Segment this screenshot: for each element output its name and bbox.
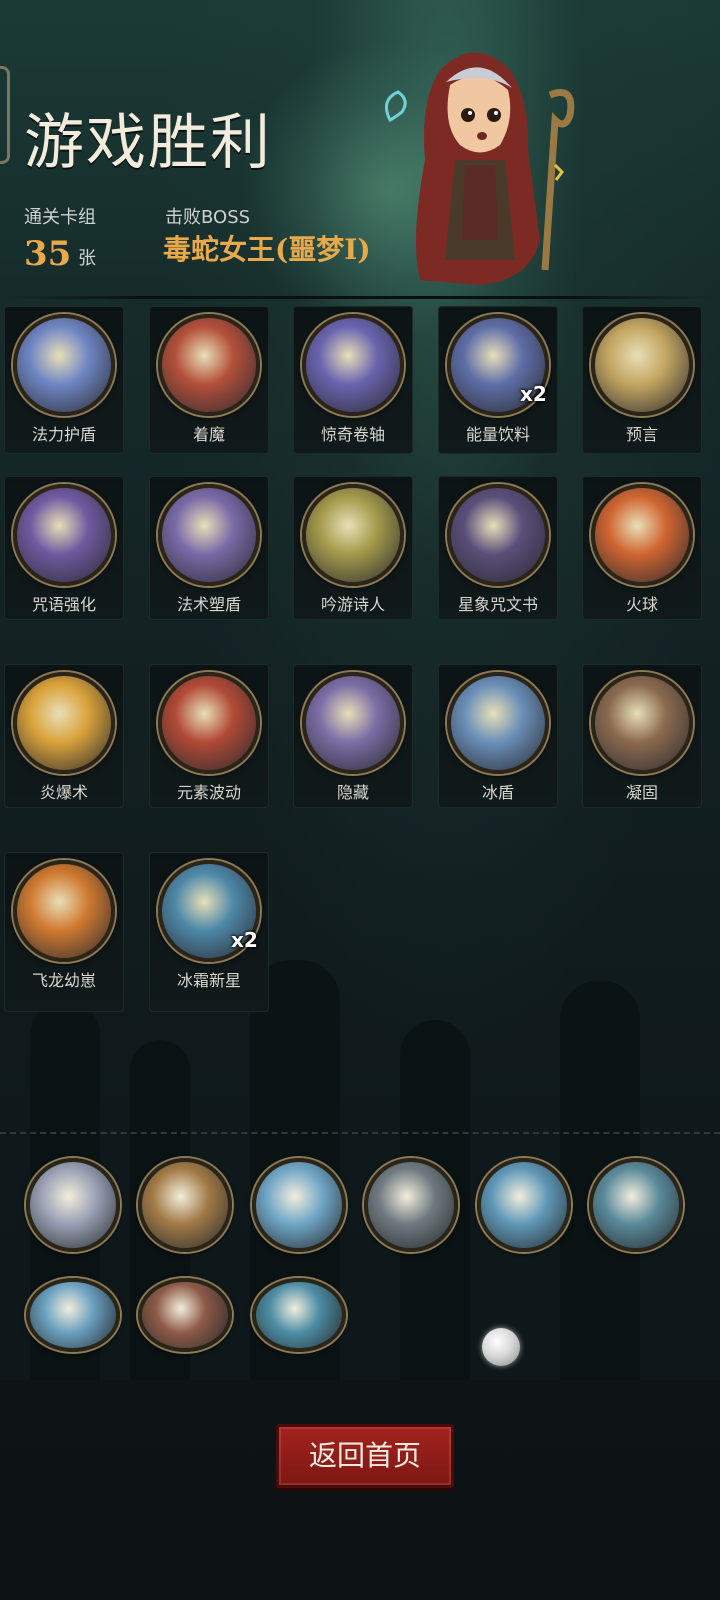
deck-card[interactable]: 火球 [582, 476, 702, 620]
deck-card[interactable]: 能量饮料 x2 [438, 306, 558, 454]
page-title: 游戏胜利 [24, 108, 272, 178]
card-art-icon [158, 672, 260, 774]
card-name: 隐藏 [336, 783, 369, 802]
card-art-icon [447, 484, 549, 586]
card-art-icon [591, 672, 693, 774]
card-name: 元素波动 [176, 783, 241, 802]
card-name: 冰霜新星 [176, 971, 241, 990]
card-name: 着魔 [192, 425, 225, 444]
card-count-badge: x2 [231, 928, 258, 952]
deck-card[interactable]: 星象咒文书 [438, 476, 558, 620]
deck-card[interactable]: 法术塑盾 [149, 476, 269, 620]
victory-header: 游戏胜利 通关卡组 35 张 击败BOSS 毒蛇女王(噩梦I) [0, 0, 720, 340]
card-art-icon [302, 314, 404, 416]
deck-unit: 张 [78, 248, 96, 269]
ice-mage-icon[interactable] [477, 1158, 571, 1252]
card-name: 惊奇卷轴 [320, 425, 385, 444]
scroll-indicator[interactable] [482, 1328, 520, 1366]
card-art-icon [13, 672, 115, 774]
relic-list [0, 1140, 720, 1380]
card-name: 火球 [625, 595, 658, 614]
boss-label: 击败BOSS [165, 207, 251, 228]
mirror-icon[interactable] [26, 1158, 120, 1252]
card-art-icon [302, 484, 404, 586]
deck-card[interactable]: 吟游诗人 [293, 476, 413, 620]
deck-card[interactable]: 凝固 [582, 664, 702, 808]
bottom-panel [0, 1380, 720, 1600]
card-art-icon [591, 314, 693, 416]
card-name: 凝固 [625, 783, 658, 802]
deck-card[interactable]: 冰盾 [438, 664, 558, 808]
card-name: 预言 [625, 425, 658, 444]
card-name: 冰盾 [481, 783, 514, 802]
card-art-icon [447, 672, 549, 774]
old-man-icon[interactable] [364, 1158, 458, 1252]
return-home-button[interactable]: 返回首页 [276, 1424, 454, 1488]
card-art-icon [13, 314, 115, 416]
card-name: 炎爆术 [39, 783, 88, 802]
card-art-icon [302, 672, 404, 774]
section-divider [0, 1132, 720, 1134]
deck-card[interactable]: 隐藏 [293, 664, 413, 808]
deck-card[interactable]: 着魔 [149, 306, 269, 454]
ice-star-icon[interactable] [26, 1278, 120, 1352]
card-art-icon [13, 860, 115, 962]
deck-card[interactable]: 惊奇卷轴 [293, 306, 413, 454]
staff-icon[interactable] [252, 1158, 346, 1252]
card-name: 吟游诗人 [320, 595, 385, 614]
deck-card[interactable]: 咒语强化 [4, 476, 124, 620]
card-name: 咒语强化 [31, 595, 96, 614]
campfire-icon[interactable] [589, 1158, 683, 1252]
bracket-decoration [0, 66, 10, 164]
card-art-icon [13, 484, 115, 586]
card-count-badge: x2 [520, 382, 547, 406]
card-name: 星象咒文书 [457, 595, 538, 614]
card-art-icon [158, 314, 260, 416]
deck-card[interactable]: 炎爆术 [4, 664, 124, 808]
header-divider [0, 296, 720, 299]
deck-card[interactable]: 飞龙幼崽 [4, 852, 124, 1012]
deck-count: 35 [24, 234, 72, 274]
deck-card[interactable]: 冰霜新星 x2 [149, 852, 269, 1012]
deck-card[interactable]: 元素波动 [149, 664, 269, 808]
card-name: 法力护盾 [31, 425, 96, 444]
card-name: 能量饮料 [465, 425, 530, 444]
deck-card[interactable]: 预言 [582, 306, 702, 454]
boss-name: 毒蛇女王(噩梦I) [163, 233, 371, 266]
deck-label: 通关卡组 [24, 207, 96, 228]
card-name: 法术塑盾 [176, 595, 241, 614]
deer-icon[interactable] [138, 1158, 232, 1252]
hero-portrait [384, 52, 575, 285]
water-orb-icon[interactable] [252, 1278, 346, 1352]
card-name: 飞龙幼崽 [31, 971, 96, 990]
card-art-icon [591, 484, 693, 586]
hands-icon[interactable] [138, 1278, 232, 1352]
card-art-icon [158, 484, 260, 586]
deck-card[interactable]: 法力护盾 [4, 306, 124, 454]
deck-card-grid: 法力护盾 着魔 惊奇卷轴 能量饮料 x2 预言咒语强化 法术塑盾 吟游诗人 星象咒文书 火球炎爆术… [0, 300, 720, 1040]
